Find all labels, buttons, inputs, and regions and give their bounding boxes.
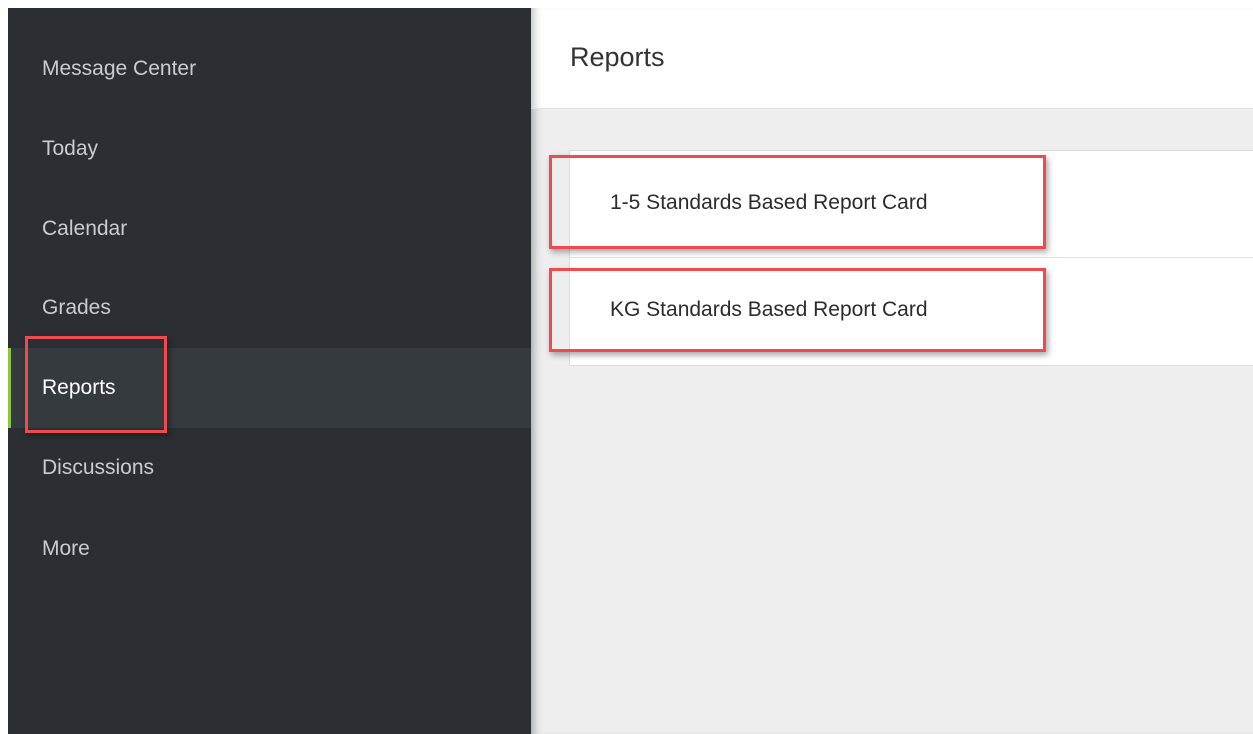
sidebar-item-message-center[interactable]: Message Center — [8, 29, 531, 109]
report-item-label: 1-5 Standards Based Report Card — [610, 191, 928, 214]
sidebar-item-more[interactable]: More — [8, 509, 531, 589]
sidebar-item-label: Message Center — [42, 57, 197, 80]
app-window: Message Center Today Calendar Grades Rep… — [0, 0, 1253, 734]
report-item-kg-standards[interactable]: KG Standards Based Report Card — [570, 258, 1253, 365]
sidebar-item-reports[interactable]: Reports — [8, 348, 531, 428]
main-content: Reports 1-5 Standards Based Report Card … — [531, 8, 1253, 734]
report-item-label: KG Standards Based Report Card — [610, 298, 928, 321]
sidebar: Message Center Today Calendar Grades Rep… — [8, 8, 531, 734]
sidebar-item-label: More — [42, 537, 90, 560]
sidebar-item-today[interactable]: Today — [8, 109, 531, 189]
active-indicator — [8, 348, 11, 428]
sidebar-item-label: Reports — [42, 376, 116, 399]
page-header: Reports — [531, 8, 1253, 109]
sidebar-item-label: Today — [42, 137, 99, 160]
sidebar-item-discussions[interactable]: Discussions — [8, 428, 531, 508]
sidebar-item-label: Grades — [42, 296, 111, 319]
sidebar-item-label: Discussions — [42, 456, 155, 479]
report-item-1-5-standards[interactable]: 1-5 Standards Based Report Card — [570, 151, 1253, 258]
page-title: Reports — [570, 42, 665, 72]
sidebar-item-label: Calendar — [42, 217, 128, 240]
sidebar-item-grades[interactable]: Grades — [8, 268, 531, 348]
sidebar-item-calendar[interactable]: Calendar — [8, 189, 531, 269]
report-list: 1-5 Standards Based Report Card KG Stand… — [569, 150, 1253, 366]
